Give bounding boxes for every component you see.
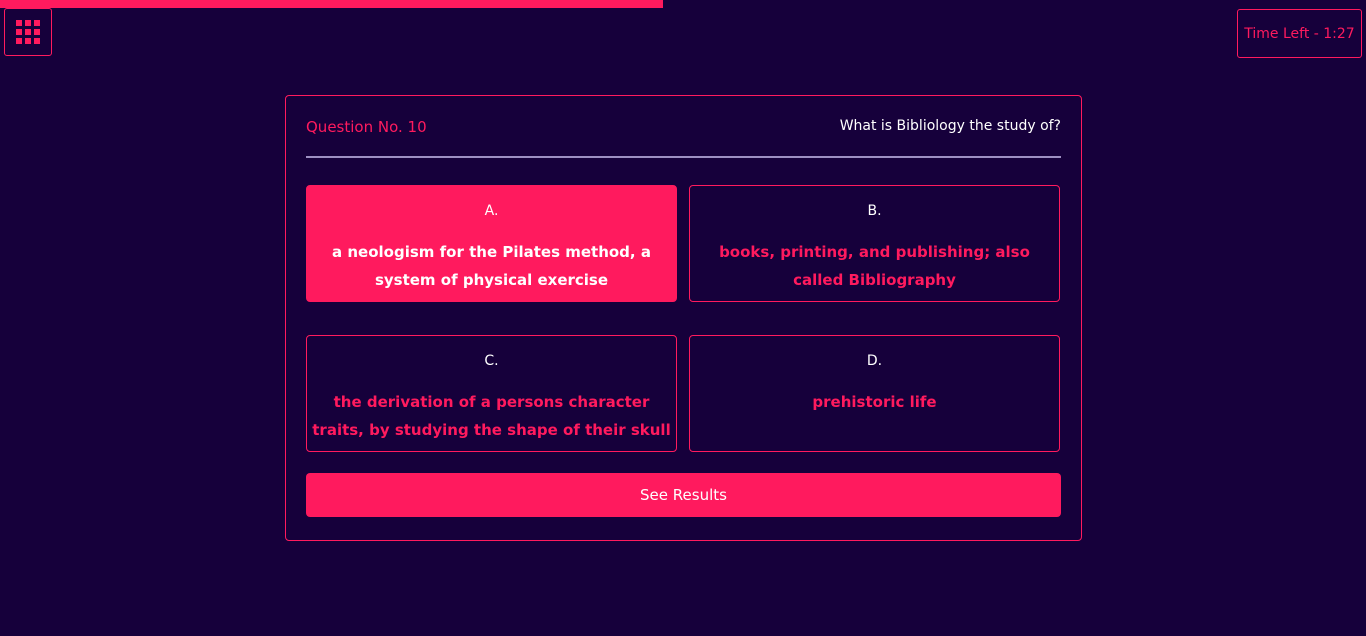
option-text: a neologism for the Pilates method, a sy… [332,243,651,289]
option-letter: B. [867,203,882,219]
option-b[interactable]: B. books, printing, and publishing; also… [689,185,1060,302]
option-a[interactable]: A. a neologism for the Pilates method, a… [306,185,677,302]
option-text: books, printing, and publishing; also ca… [719,243,1030,289]
progress-bar [0,0,1366,8]
option-letter: C. [484,353,499,369]
option-letter: A. [484,203,499,219]
question-number: Question No. 10 [306,118,427,136]
option-d[interactable]: D. prehistoric life [689,335,1060,452]
question-header: Question No. 10 What is Bibliology the s… [306,116,1061,158]
menu-button[interactable] [4,8,52,56]
option-c[interactable]: C. the derivation of a persons character… [306,335,677,452]
option-text: the derivation of a persons character tr… [312,393,671,439]
quiz-card: Question No. 10 What is Bibliology the s… [285,95,1082,541]
progress-bar-fill [0,0,663,8]
timer-badge: Time Left - 1:27 [1237,9,1362,58]
question-text: What is Bibliology the study of? [839,118,1061,134]
grid-menu-icon [16,20,40,44]
option-letter: D. [866,353,883,369]
see-results-button[interactable]: See Results [306,473,1061,517]
option-text: prehistoric life [812,393,937,411]
